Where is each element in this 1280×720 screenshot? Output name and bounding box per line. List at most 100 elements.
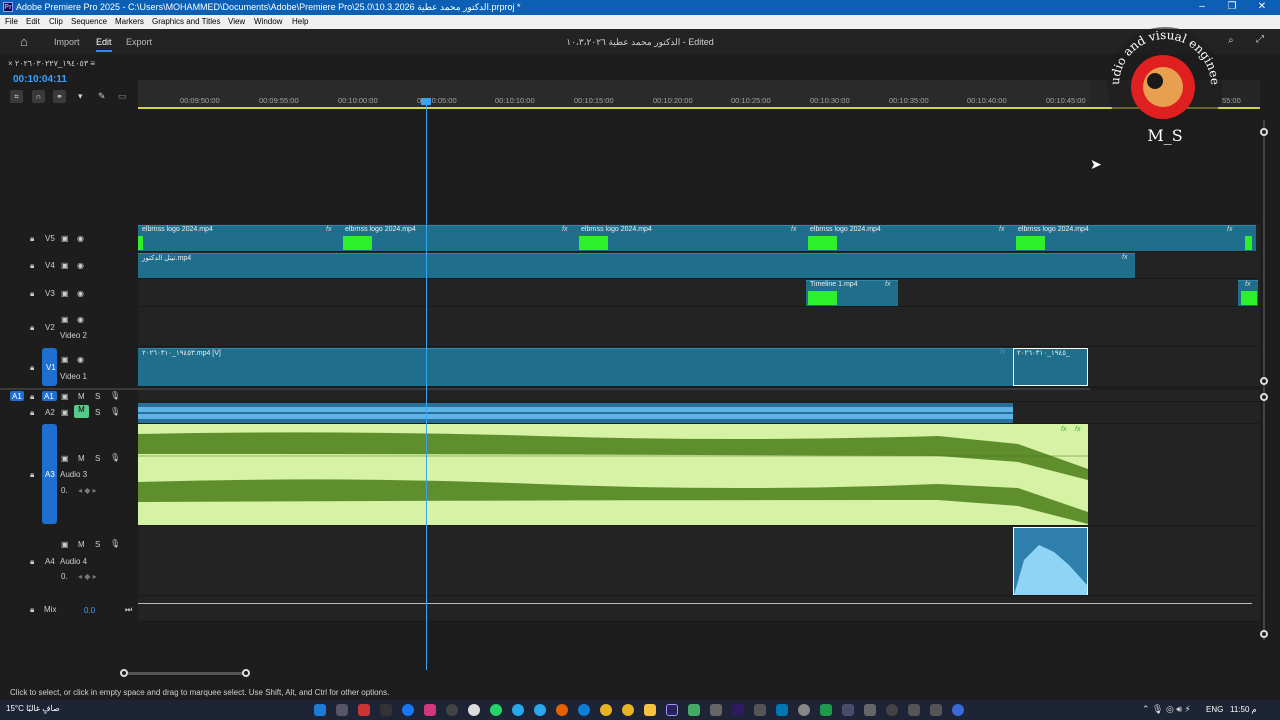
sync-lock-icon[interactable]: ▣	[61, 454, 69, 463]
lock-icon[interactable]: 🔒︎	[30, 557, 34, 567]
eye-icon[interactable]: ◉	[77, 289, 84, 298]
tray-icons[interactable]: ⌃ 🎙︎ ◎ 🔊︎ ⚡︎	[1142, 704, 1191, 715]
menu-icon[interactable]: ≡	[90, 59, 95, 68]
scroll-handle[interactable]	[1260, 393, 1268, 401]
app-icon[interactable]	[952, 704, 964, 716]
menu-file[interactable]: File	[5, 17, 18, 26]
fx-badge[interactable]: fx	[1227, 226, 1232, 233]
lock-icon[interactable]: 🔒︎	[30, 408, 34, 418]
export-tab[interactable]: Export	[126, 37, 152, 47]
lock-icon[interactable]: 🔒︎	[30, 392, 34, 402]
volume-a4[interactable]: 0.	[61, 572, 68, 581]
scroll-handle[interactable]	[1260, 630, 1268, 638]
horizontal-scrollbar[interactable]	[124, 672, 246, 675]
telegram-icon[interactable]	[512, 704, 524, 716]
sync-lock-icon[interactable]: ▣	[61, 355, 69, 364]
fx-badge[interactable]: fx	[791, 226, 796, 233]
track-a4[interactable]	[138, 526, 1260, 596]
app-icon[interactable]	[754, 704, 766, 716]
lock-icon[interactable]: 🔒︎	[30, 363, 34, 373]
edge-icon[interactable]	[578, 704, 590, 716]
track-a1[interactable]	[138, 390, 1260, 402]
import-tab[interactable]: Import	[54, 37, 80, 47]
home-icon[interactable]: ⌂	[20, 34, 28, 49]
scroll-handle[interactable]	[1260, 128, 1268, 136]
go-to-end-icon[interactable]: ⏭︎	[125, 605, 132, 615]
track-label-v3[interactable]: V3	[45, 289, 55, 298]
solo-a4[interactable]: S	[95, 540, 100, 549]
sync-lock-icon[interactable]: ▣	[61, 408, 69, 417]
snap-icon[interactable]: ⌗	[10, 90, 23, 103]
solo-a3[interactable]: S	[95, 454, 100, 463]
clip-v4[interactable]	[138, 253, 1135, 278]
eye-icon[interactable]: ◉	[77, 234, 84, 243]
fx-badge[interactable]: fx	[1122, 254, 1127, 261]
start-icon[interactable]	[314, 704, 326, 716]
language-indicator[interactable]: ENG	[1206, 705, 1223, 714]
track-v2[interactable]	[138, 307, 1260, 347]
app-icon[interactable]	[820, 704, 832, 716]
menu-sequence[interactable]: Sequence	[71, 17, 107, 26]
menu-window[interactable]: Window	[254, 17, 282, 26]
sync-lock-icon[interactable]: ▣	[61, 392, 69, 401]
lock-icon[interactable]: 🔒︎	[30, 605, 34, 615]
fx-badge[interactable]: fx	[1061, 426, 1066, 433]
lock-icon[interactable]: 🔒︎	[30, 261, 34, 271]
app-icon[interactable]	[930, 704, 942, 716]
clip-v1[interactable]	[138, 348, 1013, 386]
track-mix[interactable]	[138, 596, 1260, 622]
taskview-icon[interactable]	[336, 704, 348, 716]
eye-icon[interactable]: ◉	[77, 355, 84, 364]
app-icon[interactable]	[776, 704, 788, 716]
fx-badge[interactable]: fx	[999, 226, 1004, 233]
track-label-v4[interactable]: V4	[45, 261, 55, 270]
linked-selection-icon[interactable]: ⚭	[53, 90, 66, 103]
solo-a1[interactable]: S	[95, 392, 100, 401]
playhead-timecode[interactable]: 00:10:04:11	[13, 74, 67, 85]
app-icon[interactable]	[842, 704, 854, 716]
sync-lock-icon[interactable]: ▣	[61, 540, 69, 549]
fx-badge[interactable]: fx	[1075, 426, 1080, 433]
menu-clip[interactable]: Clip	[49, 17, 63, 26]
premiere-taskbar-icon[interactable]	[666, 704, 678, 716]
facebook-icon[interactable]	[402, 704, 414, 716]
mic-icon[interactable]: 🎙︎	[110, 539, 120, 548]
sync-lock-icon[interactable]: ▣	[61, 289, 69, 298]
audition-icon[interactable]	[732, 704, 744, 716]
sync-lock-icon[interactable]: ▣	[61, 315, 69, 324]
track-label-a4[interactable]: A4	[45, 557, 55, 566]
eye-icon[interactable]: ◉	[77, 315, 84, 324]
track-label-a3[interactable]: A3	[45, 470, 55, 479]
instagram-icon[interactable]	[424, 704, 436, 716]
sequence-tab[interactable]: × ١٩٤٠٥٣_٢٠٢٦٠٣٠٢٢٧ ≡	[8, 59, 95, 68]
marker-icon[interactable]: ▾	[78, 91, 83, 102]
zoom-handle-left[interactable]	[120, 669, 128, 677]
track-label-v5[interactable]: V5	[45, 234, 55, 243]
lock-icon[interactable]: 🔒︎	[30, 234, 34, 244]
minimize-icon[interactable]: –	[1192, 1, 1212, 12]
playhead-line[interactable]	[426, 100, 427, 670]
telegram-icon[interactable]	[534, 704, 546, 716]
magnet-icon[interactable]: ∩	[32, 90, 45, 103]
lock-icon[interactable]: 🔒︎	[30, 470, 34, 480]
lock-icon[interactable]: 🔒︎	[30, 289, 34, 299]
chrome-icon[interactable]	[622, 704, 634, 716]
mix-value[interactable]: 0.0	[84, 606, 95, 615]
fullscreen-icon[interactable]: ⤢	[1256, 34, 1264, 45]
fx-badge[interactable]: fx	[1000, 349, 1005, 356]
maximize-icon[interactable]: ❐	[1222, 1, 1242, 12]
fx-badge[interactable]: fx	[1245, 281, 1250, 288]
fx-badge[interactable]: fx	[885, 281, 890, 288]
mute-a1[interactable]: M	[78, 392, 85, 401]
volume-a3[interactable]: 0.	[61, 486, 68, 495]
explorer-icon[interactable]	[644, 704, 656, 716]
app-icon[interactable]	[798, 704, 810, 716]
track-v3[interactable]	[138, 279, 1260, 307]
app-icon[interactable]	[864, 704, 876, 716]
sync-lock-icon[interactable]: ▣	[61, 261, 69, 270]
clock[interactable]: 11:50 م	[1230, 705, 1257, 714]
track-label-a2[interactable]: A2	[45, 408, 55, 417]
menu-edit[interactable]: Edit	[26, 17, 40, 26]
eye-icon[interactable]: ◉	[77, 261, 84, 270]
search-icon[interactable]: ⌕	[1228, 35, 1234, 46]
